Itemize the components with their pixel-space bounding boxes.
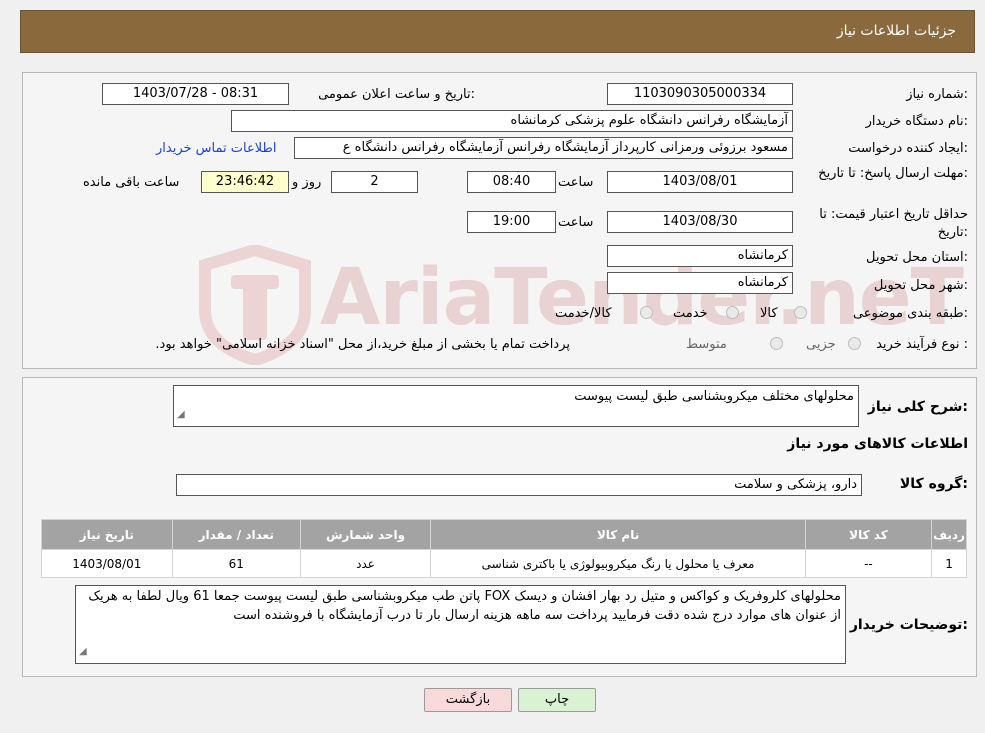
buyer-org-field[interactable]: آزمایشگاه رفرانس دانشگاه علوم پزشکی کرما… — [231, 110, 793, 132]
creator-label: ایجاد کننده درخواست: — [848, 141, 968, 156]
time-remaining-label: ساعت باقی مانده — [83, 175, 180, 190]
announce-field[interactable]: 1403/07/28 - 08:31 — [102, 83, 289, 105]
col-name: نام کالا — [430, 519, 806, 550]
category-option-goods-service: کالا/خدمت — [555, 306, 612, 321]
cell-date: 1403/08/01 — [41, 549, 173, 578]
category-option-service: خدمت — [673, 306, 708, 321]
validity-date-field[interactable]: 1403/08/30 — [607, 211, 793, 233]
goods-section-title: اطلاعات کالاهای مورد نیاز — [787, 436, 968, 452]
resize-grip-icon[interactable]: ◢ — [177, 405, 185, 424]
col-code: کد کالا — [804, 519, 933, 550]
col-date: تاریخ نیاز — [41, 519, 173, 550]
validity-time-label: ساعت — [558, 215, 594, 230]
deadline-time-label: ساعت — [558, 175, 594, 190]
col-unit: واحد شمارش — [299, 519, 432, 550]
description-label: شرح کلی نیاز: — [867, 399, 968, 415]
validity-time-field[interactable]: 19:00 — [467, 211, 556, 233]
goods-table: ردیف کد کالا نام کالا واحد شمارش تعداد /… — [41, 519, 967, 578]
category-option-goods: کالا — [760, 306, 778, 321]
process-option-minor: جزیی — [806, 337, 836, 352]
process-radio-minor[interactable] — [848, 337, 861, 350]
need-number-label: شماره نیاز: — [906, 87, 968, 102]
buyer-notes-label: توضیحات خریدار: — [849, 617, 968, 633]
category-radio-goods[interactable] — [794, 306, 807, 319]
category-radio-service[interactable] — [726, 306, 739, 319]
days-remaining-field[interactable]: 2 — [331, 171, 418, 193]
price-validity-label: حداقل تاریخ اعتبار قیمت: تا تاریخ: — [819, 207, 968, 240]
goods-table-header: ردیف کد کالا نام کالا واحد شمارش تعداد /… — [41, 519, 967, 550]
announce-label: تاریخ و ساعت اعلان عمومی: — [318, 87, 475, 102]
description-textarea[interactable]: محلولهای مختلف میکروبشناسی طبق لیست پیوس… — [173, 385, 859, 427]
process-radio-medium[interactable] — [770, 337, 783, 350]
cell-quantity: 61 — [171, 549, 301, 578]
cell-row: 1 — [931, 549, 967, 578]
description-text: محلولهای مختلف میکروبشناسی طبق لیست پیوس… — [574, 389, 854, 404]
col-row: ردیف — [931, 519, 967, 550]
category-label: طبقه بندی موضوعی: — [852, 306, 968, 321]
deadline-label: مهلت ارسال پاسخ: تا تاریخ: — [818, 166, 968, 181]
print-button[interactable]: چاپ — [518, 688, 596, 712]
cell-unit: عدد — [299, 549, 432, 578]
province-field[interactable]: کرمانشاه — [607, 245, 793, 267]
back-button[interactable]: بازگشت — [424, 688, 512, 712]
buyer-notes-text: محلولهای کلروفریک و کواکس و متیل رد بهار… — [88, 589, 841, 623]
goods-group-label: گروه کالا: — [899, 476, 968, 492]
deadline-time-field[interactable]: 08:40 — [467, 171, 556, 193]
city-field[interactable]: کرمانشاه — [607, 272, 793, 294]
process-note: پرداخت تمام یا بخشی از مبلغ خرید،از محل … — [155, 337, 570, 352]
buyer-notes-textarea[interactable]: محلولهای کلروفریک و کواکس و متیل رد بهار… — [75, 585, 846, 664]
cell-name: معرف یا محلول یا رنگ میکروبیولوژی یا باک… — [430, 549, 806, 578]
col-quantity: تعداد / مقدار — [171, 519, 301, 550]
goods-group-field[interactable]: دارو، پزشکی و سلامت — [176, 474, 862, 496]
resize-grip-icon[interactable]: ◢ — [79, 642, 87, 661]
creator-field[interactable]: مسعود برزوئی ورمزانی کارپرداز آزمایشگاه … — [294, 137, 793, 159]
page-header: جزئیات اطلاعات نیاز — [20, 10, 975, 53]
page-title: جزئیات اطلاعات نیاز — [836, 23, 956, 39]
cell-code: -- — [804, 549, 933, 578]
category-radio-goods-service[interactable] — [640, 306, 653, 319]
process-label: نوع فرآیند خرید : — [876, 337, 968, 352]
deadline-date-field[interactable]: 1403/08/01 — [607, 171, 793, 193]
need-number-field[interactable]: 1103090305000334 — [607, 83, 793, 105]
province-label: استان محل تحویل: — [866, 250, 968, 265]
buyer-contact-link[interactable]: اطلاعات تماس خریدار — [156, 141, 276, 156]
table-row[interactable]: 1 -- معرف یا محلول یا رنگ میکروبیولوژی ی… — [41, 549, 967, 578]
time-remaining-field[interactable]: 23:46:42 — [201, 171, 289, 193]
process-option-medium: متوسط — [686, 337, 727, 352]
buyer-org-label: نام دستگاه خریدار: — [865, 114, 968, 129]
days-label: روز و — [292, 175, 322, 190]
city-label: شهر محل تحویل: — [873, 278, 968, 293]
